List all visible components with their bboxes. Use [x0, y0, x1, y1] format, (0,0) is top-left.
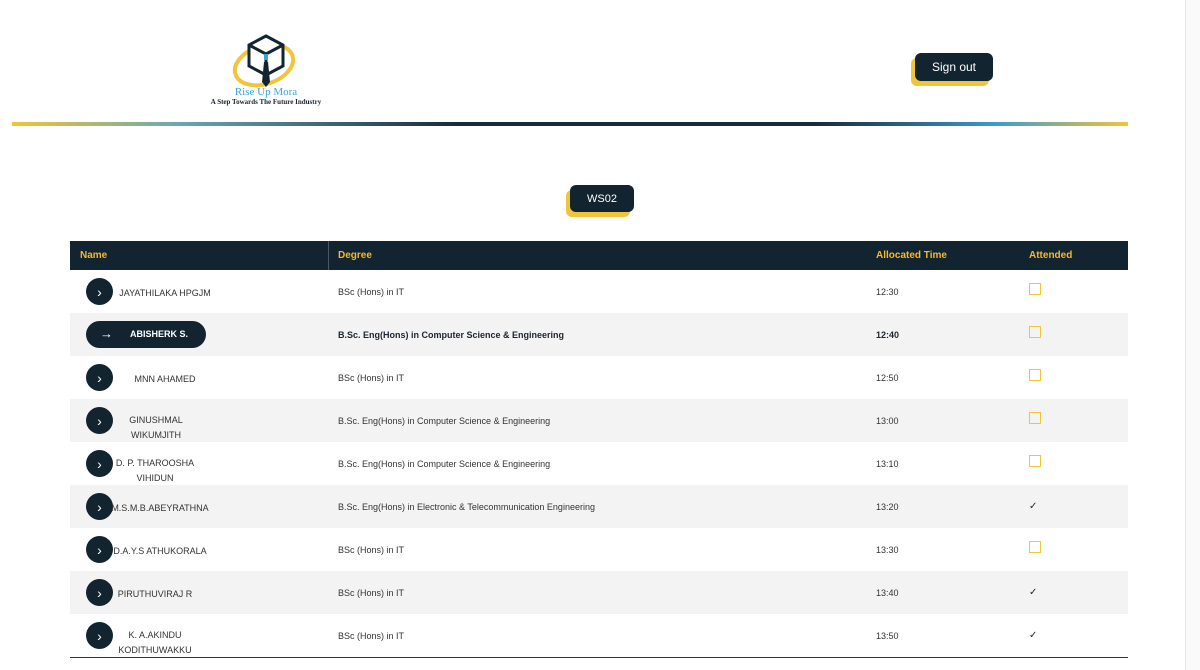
chevron-right-icon[interactable]: ›: [86, 579, 113, 606]
student-name: K. A.AKINDU KODITHUWAKKU: [118, 630, 192, 655]
logo-tagline: A Step Towards The Future Industry: [210, 98, 322, 106]
attendance-checkbox[interactable]: [1029, 541, 1041, 553]
table-row: › D. P. THAROOSHA VIHIDUN B.Sc. Eng(Hons…: [70, 442, 1128, 485]
logo-icon: [232, 34, 296, 88]
scrollbar[interactable]: [1185, 0, 1200, 670]
logo-title: Rise Up Mora: [234, 86, 298, 98]
attended-cell: [1029, 283, 1041, 295]
student-name: GINUSHMAL WIKUMJITH: [129, 415, 183, 440]
allocated-time: 12:30: [876, 287, 899, 297]
attendance-checkbox[interactable]: [1029, 369, 1041, 381]
table-row: › MNN AHAMED BSc (Hons) in IT 12:50: [70, 356, 1128, 399]
signout-button-wrapper: Sign out: [911, 53, 997, 86]
chevron-right-icon[interactable]: ›: [86, 493, 113, 520]
student-name: D. P. THAROOSHA VIHIDUN: [115, 458, 195, 483]
student-degree: B.Sc. Eng(Hons) in Computer Science & En…: [338, 330, 565, 340]
signout-button[interactable]: Sign out: [915, 53, 993, 81]
column-header-attended: Attended: [1029, 250, 1073, 261]
selected-student-button[interactable]: → ABISHERK S.: [86, 321, 206, 348]
check-icon: ✓: [1029, 587, 1038, 598]
chevron-right-icon[interactable]: ›: [86, 407, 113, 434]
allocated-time: 12:50: [876, 373, 899, 383]
chevron-right-icon[interactable]: ›: [86, 450, 113, 477]
attendance-checkbox[interactable]: [1029, 283, 1041, 295]
allocated-time: 12:40: [876, 330, 900, 340]
student-name: MNN AHAMED: [134, 374, 196, 384]
column-header-allocated-time: Allocated Time: [876, 250, 947, 261]
student-degree: BSc (Hons) in IT: [338, 545, 405, 555]
chevron-right-icon[interactable]: ›: [86, 536, 113, 563]
column-divider: [328, 241, 329, 270]
check-icon: ✓: [1029, 501, 1038, 512]
table-row: › PIRUTHUVIRAJ R BSc (Hons) in IT 13:40 …: [70, 571, 1128, 614]
table-row: › M.S.M.B.ABEYRATHNA B.Sc. Eng(Hons) in …: [70, 485, 1128, 528]
arrow-right-icon: →: [100, 326, 113, 341]
student-degree: B.Sc. Eng(Hons) in Computer Science & En…: [338, 459, 551, 469]
workshop-badge: WS02: [570, 185, 634, 212]
attended-cell: [1029, 412, 1041, 424]
student-degree: BSc (Hons) in IT: [338, 373, 405, 383]
student-degree: BSc (Hons) in IT: [338, 588, 405, 598]
column-header-name: Name: [80, 250, 108, 261]
student-name: M.S.M.B.ABEYRATHNA: [111, 503, 209, 513]
attendance-checkbox[interactable]: [1029, 412, 1041, 424]
student-name: D.A.Y.S ATHUKORALA: [113, 546, 207, 556]
student-name: PIRUTHUVIRAJ R: [117, 589, 193, 599]
page: Rise Up Mora A Step Towards The Future I…: [0, 0, 1200, 670]
chevron-right-icon[interactable]: ›: [86, 364, 113, 391]
table-row: › D.A.Y.S ATHUKORALA BSc (Hons) in IT 13…: [70, 528, 1128, 571]
table-row: › JAYATHILAKA HPGJM BSc (Hons) in IT 12:…: [70, 270, 1128, 313]
attended-cell: [1029, 455, 1041, 467]
attendance-checkbox[interactable]: [1029, 326, 1041, 338]
attendance-table: Name Degree Allocated Time Attended › JA…: [70, 241, 1128, 658]
attended-cell: [1029, 326, 1041, 338]
attended-cell: [1029, 369, 1041, 381]
allocated-time: 13:40: [876, 588, 899, 598]
column-header-degree: Degree: [338, 250, 372, 261]
chevron-right-icon[interactable]: ›: [86, 622, 113, 649]
logo: Rise Up Mora A Step Towards The Future I…: [205, 32, 327, 112]
table-header: Name Degree Allocated Time Attended: [70, 241, 1128, 270]
allocated-time: 13:20: [876, 502, 899, 512]
attended-cell: [1029, 541, 1041, 553]
table-row: › K. A.AKINDU KODITHUWAKKU BSc (Hons) in…: [70, 614, 1128, 657]
workshop-badge-wrapper: WS02: [566, 185, 634, 217]
table-body: › JAYATHILAKA HPGJM BSc (Hons) in IT 12:…: [70, 270, 1128, 657]
allocated-time: 13:50: [876, 631, 899, 641]
table-row: → ABISHERK S. B.Sc. Eng(Hons) in Compute…: [70, 313, 1128, 356]
student-degree: BSc (Hons) in IT: [338, 631, 405, 641]
student-degree: B.Sc. Eng(Hons) in Electronic & Telecomm…: [338, 502, 595, 512]
table-row: › GINUSHMAL WIKUMJITH B.Sc. Eng(Hons) in…: [70, 399, 1128, 442]
attendance-checkbox[interactable]: [1029, 455, 1041, 467]
allocated-time: 13:10: [876, 459, 899, 469]
student-degree: B.Sc. Eng(Hons) in Computer Science & En…: [338, 416, 551, 426]
student-name: JAYATHILAKA HPGJM: [119, 288, 211, 298]
header-divider: [12, 122, 1128, 126]
check-icon: ✓: [1029, 630, 1038, 641]
chevron-right-icon[interactable]: ›: [86, 278, 113, 305]
allocated-time: 13:30: [876, 545, 899, 555]
student-name: ABISHERK S.: [130, 329, 189, 339]
student-degree: BSc (Hons) in IT: [338, 287, 405, 297]
allocated-time: 13:00: [876, 416, 899, 426]
